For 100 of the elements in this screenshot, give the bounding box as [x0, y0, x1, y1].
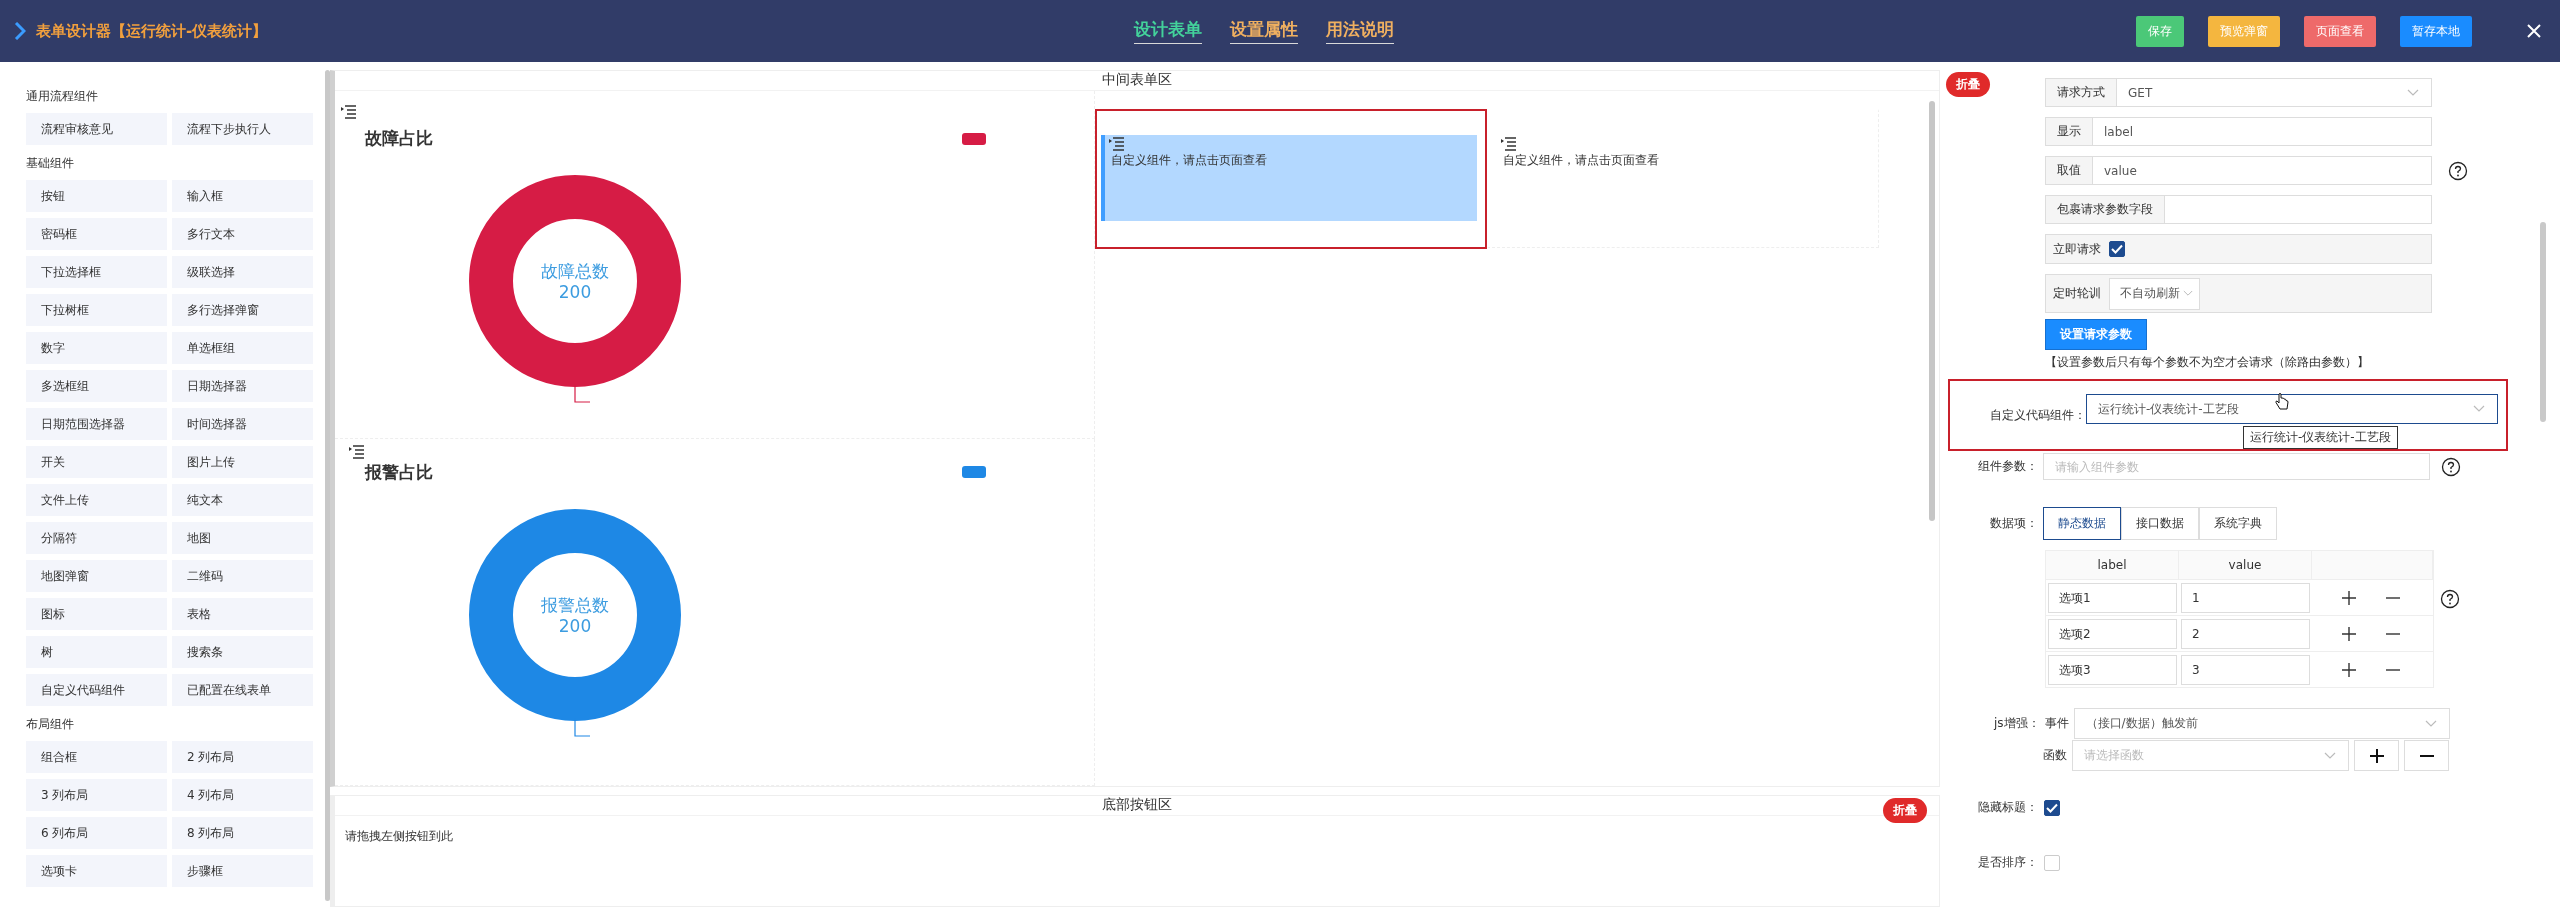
component-item[interactable]: 多行选择弹窗 — [172, 294, 313, 326]
drag-handle-icon[interactable] — [349, 444, 365, 459]
table-input[interactable]: 2 — [2181, 618, 2310, 649]
plus-icon[interactable] — [2342, 626, 2356, 641]
help-icon[interactable] — [2448, 160, 2468, 181]
donut-label: 故障总数 — [541, 261, 609, 281]
component-item[interactable]: 步骤框 — [172, 855, 313, 887]
minus-icon[interactable] — [2386, 632, 2400, 635]
component-item[interactable]: 纯文本 — [172, 484, 313, 516]
component-item[interactable]: 输入框 — [172, 180, 313, 212]
add-button[interactable] — [2354, 740, 2399, 771]
select-field[interactable]: 运行统计-仪表统计-工艺段 — [2086, 394, 2498, 424]
component-item[interactable]: 流程下步执行人 — [172, 113, 313, 145]
help-icon[interactable] — [2440, 589, 2460, 609]
minus-icon[interactable] — [2386, 596, 2400, 599]
header-tab[interactable]: 用法说明 — [1326, 18, 1394, 44]
section-title: 中间表单区 — [1102, 71, 1172, 89]
component-item[interactable]: 自定义代码组件 — [26, 674, 167, 706]
component-item[interactable]: 级联选择 — [172, 256, 313, 288]
component-item[interactable]: 2 列布局 — [172, 741, 313, 773]
collapse-button[interactable]: 折叠 — [1883, 798, 1927, 823]
data-source-tab[interactable]: 静态数据 — [2043, 507, 2121, 540]
component-item[interactable]: 文件上传 — [26, 484, 167, 516]
drop-hint: 请拖拽左侧按钮到此 — [345, 828, 454, 845]
input-field[interactable]: 取值 value — [2045, 156, 2432, 185]
table-input[interactable]: 选项3 — [2048, 654, 2177, 685]
component-item[interactable]: 数字 — [26, 332, 167, 364]
select-field[interactable]: 不自动刷新 — [2109, 277, 2200, 310]
data-source-tab[interactable]: 系统字典 — [2199, 507, 2277, 540]
select-field[interactable]: （接口/数据）触发前 — [2073, 708, 2450, 739]
donut-label: 报警总数 — [541, 594, 609, 615]
component-item[interactable]: 组合框 — [26, 741, 167, 773]
input-field[interactable]: 包裹请求参数字段 — [2045, 195, 2432, 224]
component-item[interactable]: 下拉树框 — [26, 294, 167, 326]
component-item[interactable]: 日期范围选择器 — [26, 408, 167, 440]
component-item[interactable]: 时间选择器 — [172, 408, 313, 440]
minus-icon[interactable] — [2386, 668, 2400, 671]
field-value: label — [2103, 124, 2135, 139]
collapse-button[interactable]: 折叠 — [1946, 72, 1990, 97]
field-label: 函数 — [2043, 747, 2067, 764]
header-tab[interactable]: 设置属性 — [1230, 18, 1298, 44]
caret-icon — [2407, 88, 2419, 97]
table-input[interactable]: 3 — [2181, 654, 2310, 685]
tooltip: 运行统计-仪表统计-工艺段 — [2243, 426, 2398, 449]
select-field[interactable]: 请求方式 GET — [2045, 78, 2432, 107]
drag-handle-icon[interactable] — [341, 105, 357, 119]
drag-handle-icon[interactable] — [1501, 137, 1517, 151]
component-item[interactable]: 二维码 — [172, 560, 313, 592]
component-item[interactable]: 8 列布局 — [172, 817, 313, 849]
component-item[interactable]: 下拉选择框 — [26, 256, 167, 288]
chart-title: 故障占比 — [365, 127, 433, 150]
scrollbar[interactable] — [325, 70, 330, 901]
component-item[interactable]: 地图 — [172, 522, 313, 554]
help-icon[interactable] — [2441, 456, 2461, 477]
field-label: 立即请求 — [2053, 240, 2101, 258]
input-field[interactable]: 请输入组件参数 — [2043, 453, 2430, 480]
component-item[interactable]: 表格 — [172, 598, 313, 630]
checkbox[interactable] — [2044, 799, 2060, 816]
component-item[interactable]: 搜索条 — [172, 636, 313, 668]
component-item[interactable]: 多选框组 — [26, 370, 167, 402]
field-label: 显示 — [2046, 118, 2093, 145]
component-item[interactable]: 多行文本 — [172, 218, 313, 250]
table-input[interactable]: 1 — [2181, 582, 2310, 613]
field-label: 数据项： — [1989, 515, 2038, 532]
checkbox[interactable] — [2109, 241, 2125, 257]
data-source-tab[interactable]: 接口数据 — [2121, 507, 2199, 540]
component-item[interactable]: 已配置在线表单 — [172, 674, 313, 706]
component-item[interactable]: 6 列布局 — [26, 817, 167, 849]
field-label: 隐藏标题： — [1977, 799, 2038, 816]
table-input[interactable]: 选项1 — [2048, 582, 2177, 613]
chevron-icon — [14, 22, 26, 40]
component-item[interactable]: 3 列布局 — [26, 779, 167, 811]
component-item[interactable]: 图片上传 — [172, 446, 313, 478]
component-item[interactable]: 图标 — [26, 598, 167, 630]
caret-icon — [2473, 405, 2485, 413]
plus-icon[interactable] — [2342, 662, 2356, 677]
custom-component[interactable]: 自定义组件，请点击页面查看 — [1101, 135, 1477, 221]
component-item[interactable]: 树 — [26, 636, 167, 668]
component-item[interactable]: 日期选择器 — [172, 370, 313, 402]
field-value: GET — [2127, 85, 2154, 100]
custom-component[interactable]: 自定义组件，请点击页面查看 — [1493, 135, 1870, 221]
component-item[interactable]: 单选框组 — [172, 332, 313, 364]
component-item[interactable]: 按钮 — [26, 180, 167, 212]
drag-handle-icon[interactable] — [1109, 137, 1125, 151]
component-item[interactable]: 密码框 — [26, 218, 167, 250]
component-item[interactable]: 4 列布局 — [172, 779, 313, 811]
header-tab[interactable]: 设计表单 — [1134, 18, 1202, 44]
scrollbar[interactable] — [1929, 101, 1935, 521]
caret-icon — [2183, 290, 2193, 297]
component-item[interactable]: 流程审核意见 — [26, 113, 167, 145]
chart-title: 报警占比 — [365, 460, 433, 484]
component-item[interactable]: 开关 — [26, 446, 167, 478]
component-item[interactable]: 地图弹窗 — [26, 560, 167, 592]
component-item[interactable]: 选项卡 — [26, 855, 167, 887]
close-icon[interactable] — [2526, 23, 2542, 39]
component-item[interactable]: 分隔符 — [26, 522, 167, 554]
table-input[interactable]: 选项2 — [2048, 618, 2177, 649]
input-field[interactable]: 显示 label — [2045, 117, 2432, 146]
scrollbar[interactable] — [2540, 222, 2546, 422]
plus-icon[interactable] — [2342, 590, 2356, 605]
